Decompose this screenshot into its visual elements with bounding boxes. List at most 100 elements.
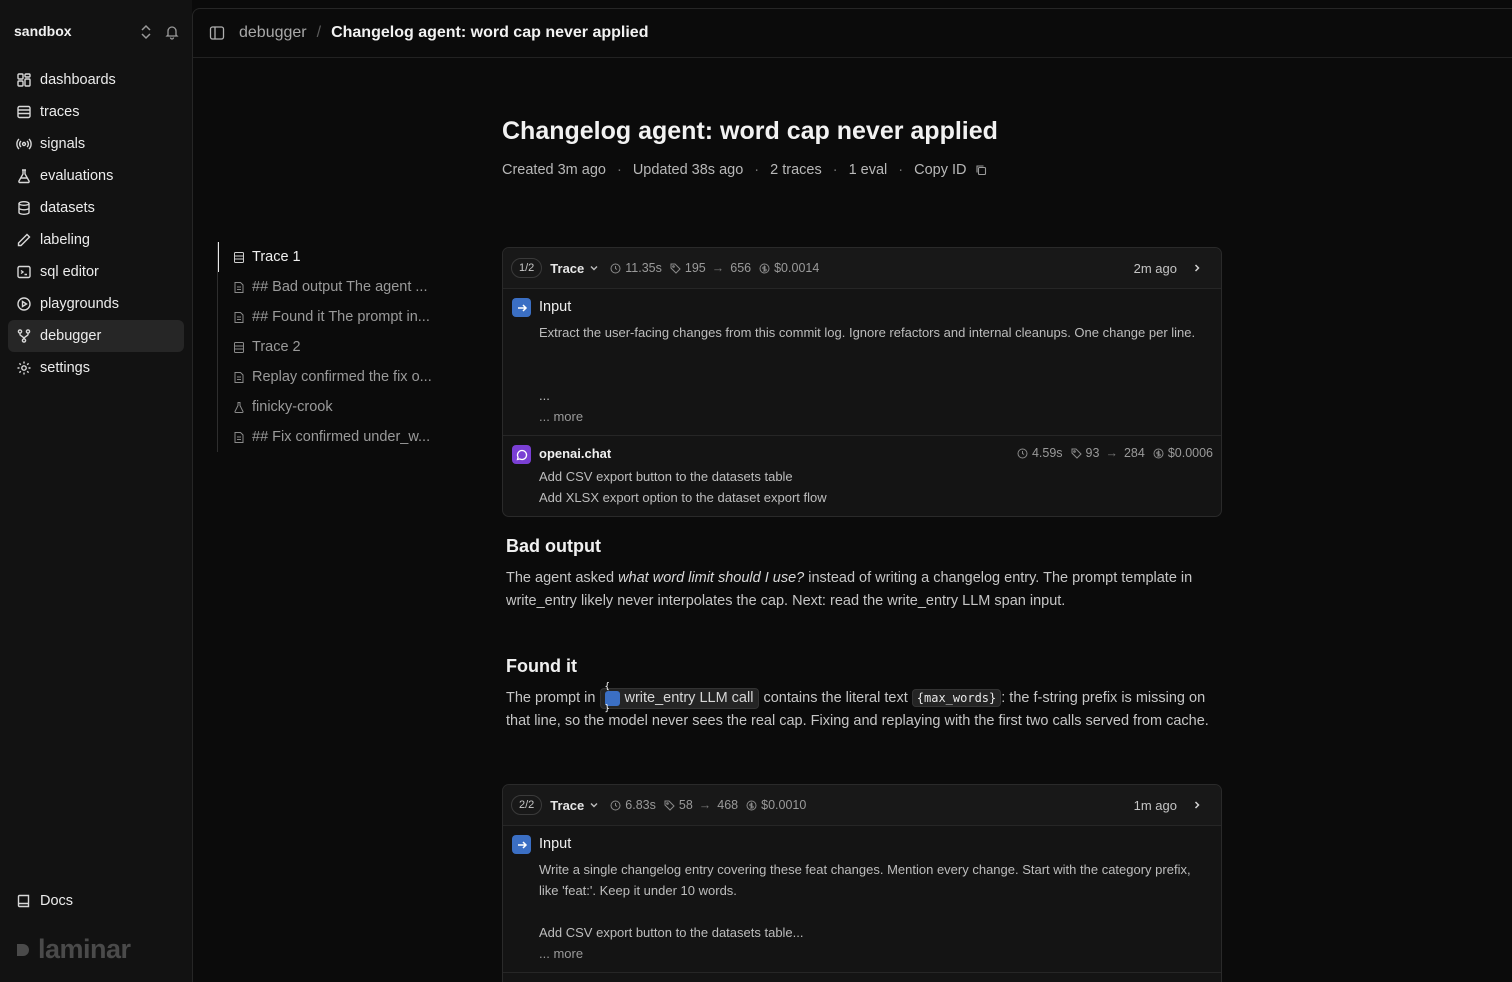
database-icon	[16, 200, 32, 216]
input-span[interactable]: Input Write a single changelog entry cov…	[503, 826, 1221, 973]
toc-item[interactable]: Trace 1	[218, 242, 447, 272]
chevron-down-icon[interactable]	[588, 799, 600, 811]
tokens-out: 284	[1123, 446, 1145, 460]
sidebar-item-traces[interactable]: traces	[8, 96, 184, 128]
meta-separator: ·	[832, 162, 838, 178]
trace-duration: 11.35s	[610, 261, 662, 275]
duration-value: 11.35s	[625, 261, 662, 275]
span-reference-chip[interactable]: { } write_entry LLM call	[599, 682, 760, 714]
tag-icon	[664, 800, 675, 811]
clock-icon	[610, 263, 621, 273]
workspace-name[interactable]: sandbox	[14, 23, 72, 39]
show-more-link[interactable]: ... more	[539, 406, 1213, 427]
chevron-right-icon[interactable]	[1191, 799, 1203, 811]
note-emphasis: what word limit should I use?	[618, 570, 805, 586]
toc-item[interactable]: ## Bad output The agent ...	[218, 272, 447, 302]
toc-label: finicky-crook	[252, 399, 333, 415]
meta-separator: ·	[616, 162, 622, 178]
chat-bubble-icon	[512, 445, 531, 464]
sidebar-item-datasets[interactable]: datasets	[8, 192, 184, 224]
sidebar-item-evaluations[interactable]: evaluations	[8, 160, 184, 192]
updated-time: Updated 38s ago	[632, 162, 744, 178]
toc-label: Replay confirmed the fix o...	[252, 369, 432, 385]
chevron-right-icon[interactable]	[1191, 262, 1203, 274]
created-time: Created 3m ago	[502, 162, 606, 178]
tokens-in: 58	[678, 798, 693, 812]
span-title: Input	[539, 836, 572, 852]
tokens-in: 93	[1085, 446, 1100, 460]
sidebar-item-label: debugger	[40, 328, 102, 344]
sidebar-item-label: playgrounds	[40, 296, 119, 312]
page-title: Changelog agent: word cap never applied	[502, 117, 998, 145]
toc-item[interactable]: Replay confirmed the fix o...	[218, 362, 447, 392]
tokens-out: 656	[730, 261, 752, 275]
sidebar-nav: dashboards traces signals evaluations da…	[8, 64, 184, 384]
toc-item[interactable]: ## Found it The prompt in...	[218, 302, 447, 332]
chevron-up-down-icon[interactable]	[139, 24, 153, 40]
branch-icon	[16, 328, 32, 344]
trace-tokens: 58 → 468	[664, 798, 738, 812]
duration-value: 6.83s	[625, 798, 656, 812]
flask-icon	[16, 168, 32, 184]
clock-icon	[610, 800, 621, 810]
play-icon	[16, 296, 32, 312]
sidebar-item-label: settings	[40, 360, 90, 376]
flask-icon	[234, 401, 244, 413]
sidebar-item-label: sql editor	[40, 264, 99, 280]
copy-id-label: Copy ID	[914, 162, 967, 178]
coin-icon	[1153, 448, 1164, 458]
inline-code: {max_words}	[911, 689, 1002, 707]
sidebar-item-signals[interactable]: signals	[8, 128, 184, 160]
signal-icon	[16, 136, 32, 152]
chevron-down-icon[interactable]	[588, 262, 600, 274]
trace-card-header[interactable]: 2/2 Trace 6.83s 58 → 468 $0.0010 1m ago	[503, 785, 1221, 826]
page-meta: Created 3m ago · Updated 38s ago · 2 tra…	[502, 162, 987, 178]
trace-label: Trace	[550, 797, 585, 813]
docs-link[interactable]: Docs	[8, 885, 184, 917]
sidebar-item-labeling[interactable]: labeling	[8, 224, 184, 256]
trace-time-ago: 1m ago	[1133, 797, 1177, 813]
input-arrow-icon	[512, 298, 531, 317]
toc-label: Trace 2	[252, 339, 301, 355]
sidebar-item-dashboards[interactable]: dashboards	[8, 64, 184, 96]
toc-label: Trace 1	[252, 249, 301, 265]
cost-value: $0.0014	[774, 261, 820, 275]
sidebar-item-label: traces	[40, 104, 80, 120]
toc-item[interactable]: finicky-crook	[218, 392, 447, 422]
breadcrumb-parent[interactable]: debugger	[239, 24, 307, 42]
span-title: Input	[539, 299, 572, 315]
span-text: Add CSV export button to the datasets ta…	[539, 469, 827, 505]
trace-card-header[interactable]: 1/2 Trace 11.35s 195 → 656 $0.0014 2m ago	[503, 248, 1221, 289]
trace-index-badge: 1/2	[511, 258, 543, 278]
trace-index-badge: 2/2	[511, 795, 543, 815]
span-duration: 4.59s	[1017, 446, 1063, 460]
arrow-right-icon: →	[1105, 446, 1118, 460]
duration-value: 4.59s	[1031, 446, 1063, 460]
sidebar-item-debugger[interactable]: debugger	[8, 320, 184, 352]
toc-item[interactable]: ## Fix confirmed under_w...	[218, 422, 447, 452]
list-icon	[16, 104, 32, 120]
sidebar-item-label: signals	[40, 136, 86, 152]
toc-item[interactable]: Trace 2	[218, 332, 447, 362]
trace-card-2: 2/2 Trace 6.83s 58 → 468 $0.0010 1m ago In…	[502, 784, 1222, 982]
sidebar-item-settings[interactable]: settings	[8, 352, 184, 384]
copy-id-button[interactable]: Copy ID	[914, 162, 986, 178]
sidebar-item-sql-editor[interactable]: sql editor	[8, 256, 184, 288]
bell-icon[interactable]	[164, 24, 180, 40]
tokens-out: 468	[717, 798, 739, 812]
laminar-logo[interactable]: laminar	[16, 934, 131, 965]
meta-separator: ·	[754, 162, 760, 178]
sidebar-toggle-icon[interactable]	[209, 25, 225, 41]
show-more-link[interactable]: ... more	[539, 943, 1213, 964]
logo-text: laminar	[38, 934, 131, 964]
breadcrumb-separator: /	[316, 24, 322, 41]
sidebar-item-playgrounds[interactable]: playgrounds	[8, 288, 184, 320]
laminar-mark-icon	[17, 943, 29, 956]
sidebar-docs: Docs	[8, 885, 184, 917]
llm-span[interactable]	[503, 973, 1221, 982]
llm-span[interactable]: openai.chat 4.59s 93 → 284 $0.0006 Add CSV…	[503, 436, 1221, 516]
note-text: contains the literal text	[759, 690, 912, 706]
pencil-icon	[16, 232, 32, 248]
sidebar-item-label: labeling	[40, 232, 90, 248]
input-span[interactable]: Input Extract the user-facing changes fr…	[503, 289, 1221, 436]
